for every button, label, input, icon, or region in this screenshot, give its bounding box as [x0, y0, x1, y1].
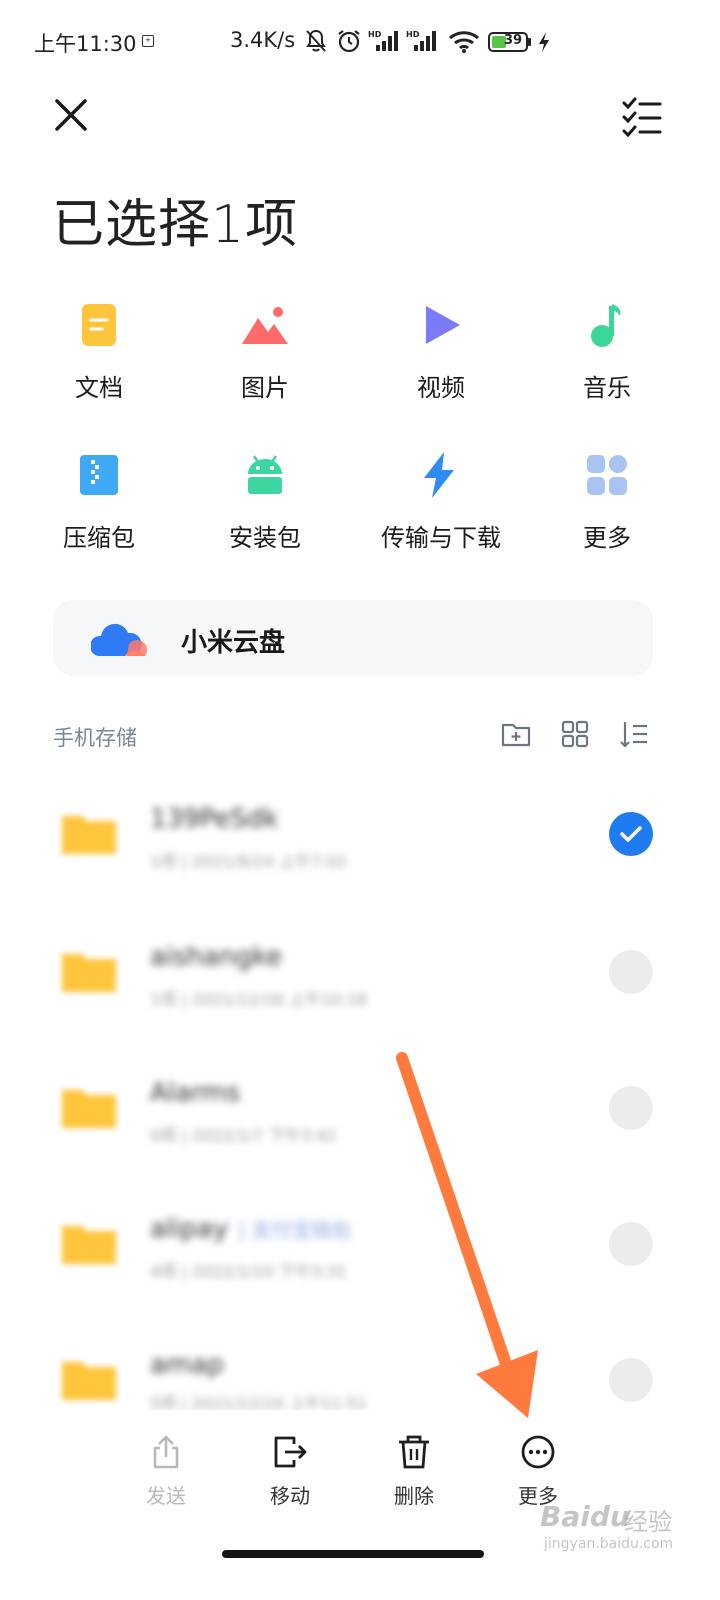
file-meta: 0项 | 2022/1/7 下午3:42	[150, 1126, 337, 1145]
list-item[interactable]: aishangke 1项 | 2021/12/16 上午10:18	[0, 902, 720, 1038]
close-button[interactable]	[50, 94, 92, 136]
file-name-text: alipay	[150, 1214, 229, 1244]
folder-icon	[62, 954, 116, 992]
category-label: 更多	[583, 524, 631, 552]
file-meta: 1项 | 2021/12/16 上午10:18	[150, 990, 368, 1009]
grid-view-icon[interactable]	[559, 718, 591, 750]
cloud-icon	[91, 623, 147, 656]
svg-text:HD: HD	[368, 30, 382, 39]
file-name: amap	[150, 1350, 224, 1380]
category-label: 安装包	[229, 524, 301, 552]
status-time: 上午11:30	[34, 32, 137, 56]
category-label: 文档	[75, 374, 123, 402]
watermark-brand: Baidu	[540, 1500, 630, 1533]
list-item[interactable]: Alarms 0项 | 2022/1/7 下午3:42	[0, 1038, 720, 1174]
file-name: 139PeSdk	[150, 804, 279, 834]
new-folder-icon[interactable]	[500, 718, 532, 750]
category-videos[interactable]: 视频	[366, 300, 516, 420]
battery-level: 39	[503, 33, 523, 48]
watermark: Baidu 经验 jingyan.baidu.com	[540, 1500, 710, 1560]
zip-icon	[80, 455, 118, 495]
file-name: aishangke	[150, 942, 283, 972]
sort-icon[interactable]	[618, 718, 650, 750]
move-label: 移动	[270, 1484, 310, 1508]
move-button[interactable]: 移动	[240, 1430, 340, 1520]
checkmark-icon	[620, 826, 642, 842]
status-bar: 上午11:30 + 3.4K/s HD HD 39	[0, 0, 720, 84]
mi-cloud-entry[interactable]: 小米云盘	[53, 600, 653, 676]
sim-notification-icon: +	[142, 35, 154, 47]
grid-icon	[587, 455, 627, 495]
transfer-icon	[424, 452, 454, 498]
page-title: 已选择1项	[52, 195, 299, 255]
selection-checkbox[interactable]	[609, 1086, 653, 1130]
category-transfers[interactable]: 传输与下载	[366, 450, 516, 570]
move-icon	[274, 1436, 307, 1468]
alarm-icon	[338, 30, 360, 53]
storage-header: 手机存储	[53, 726, 137, 750]
list-item[interactable]: alipay | 支付宝钱包 4项 | 2022/1/10 下午3:31	[0, 1174, 720, 1310]
category-music[interactable]: 音乐	[532, 300, 682, 420]
send-label: 发送	[146, 1484, 186, 1508]
category-label: 传输与下载	[381, 524, 501, 552]
delete-label: 删除	[394, 1484, 434, 1508]
folder-icon	[62, 1362, 116, 1400]
share-icon	[153, 1435, 179, 1469]
watermark-brand-cn: 经验	[624, 1508, 672, 1536]
category-label: 压缩包	[63, 524, 135, 552]
signal-hd-1-icon: HD	[368, 30, 398, 51]
more-dots-icon	[521, 1435, 555, 1469]
folder-icon	[62, 816, 116, 854]
category-documents[interactable]: 文档	[24, 300, 174, 420]
selection-checkbox[interactable]	[609, 812, 653, 856]
svg-text:HD: HD	[406, 30, 420, 39]
file-meta: 1项 | 2021/8/24 上午7:02	[150, 852, 347, 871]
selection-checkbox[interactable]	[609, 950, 653, 994]
mute-icon	[306, 29, 326, 52]
selection-checkbox[interactable]	[609, 1358, 653, 1402]
category-images[interactable]: 图片	[190, 300, 340, 420]
charging-icon	[539, 32, 549, 52]
file-meta: 4项 | 2022/1/10 下午3:31	[150, 1262, 347, 1281]
trash-icon	[399, 1435, 429, 1469]
checklist-icon	[622, 97, 662, 138]
file-tag: | 支付宝钱包	[238, 1218, 352, 1242]
category-apks[interactable]: 安装包	[190, 450, 340, 570]
home-indicator[interactable]	[222, 1550, 484, 1558]
list-item[interactable]: 139PeSdk 1项 | 2021/8/24 上午7:02	[0, 766, 720, 902]
video-play-icon	[426, 306, 460, 344]
document-icon	[82, 304, 116, 346]
signal-hd-2-icon: HD	[406, 30, 436, 51]
image-icon	[242, 307, 288, 344]
category-more[interactable]: 更多	[532, 450, 682, 570]
wifi-icon	[449, 31, 479, 53]
file-name: alipay | 支付宝钱包	[150, 1214, 351, 1244]
select-all-button[interactable]	[618, 94, 664, 138]
music-note-icon	[591, 304, 621, 347]
selection-checkbox[interactable]	[609, 1222, 653, 1266]
android-icon	[248, 455, 282, 494]
send-button[interactable]: 发送	[116, 1430, 216, 1520]
category-label: 图片	[241, 374, 289, 402]
close-icon	[55, 99, 87, 131]
network-speed: 3.4K/s	[230, 28, 296, 52]
folder-icon	[62, 1090, 116, 1128]
watermark-url: jingyan.baidu.com	[544, 1536, 674, 1552]
cloud-label: 小米云盘	[181, 628, 286, 658]
category-label: 音乐	[583, 374, 631, 402]
file-name: Alarms	[150, 1078, 241, 1108]
category-archives[interactable]: 压缩包	[24, 450, 174, 570]
delete-button[interactable]: 删除	[364, 1430, 464, 1520]
folder-icon	[62, 1226, 116, 1264]
category-label: 视频	[417, 374, 465, 402]
